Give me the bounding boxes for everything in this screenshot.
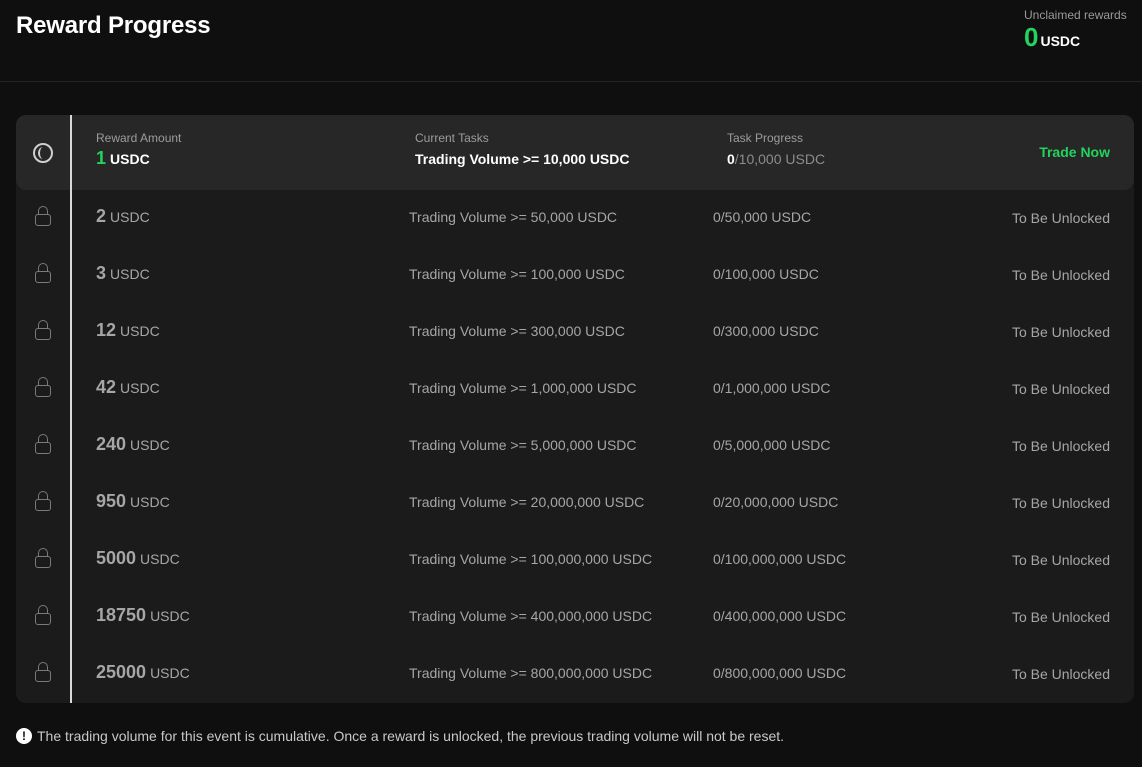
reward-amount-number: 42 xyxy=(96,377,117,397)
reward-amount-unit: USDC xyxy=(130,437,170,453)
lock-icon xyxy=(35,605,51,625)
task-requirement: Trading Volume >= 100,000 USDC xyxy=(409,266,625,282)
task-progress: 0/20,000,000 USDC xyxy=(713,494,839,510)
reward-amount-unit: USDC xyxy=(120,323,160,339)
task-requirement: Trading Volume >= 5,000,000 USDC xyxy=(409,437,637,453)
task-progress: 0/400,000,000 USDC xyxy=(713,608,847,624)
locked-reward-row: 5000 USDC Trading Volume >= 100,000,000 US… xyxy=(16,532,1134,589)
status-badge: To Be Unlocked xyxy=(1011,210,1110,226)
status-badge: To Be Unlocked xyxy=(1011,495,1110,511)
reward-amount-number: 5000 xyxy=(96,548,137,568)
task-progress: 0/100,000 USDC xyxy=(713,266,819,282)
task-requirement: Trading Volume >= 400,000,000 USDC xyxy=(409,608,653,624)
reward-amount-number: 2 xyxy=(96,206,107,226)
unclaimed-rewards-label: Unclaimed rewards xyxy=(1024,8,1127,22)
active-reward-row: Reward Amount 1 USDC Current Tasks Tradin… xyxy=(16,115,1134,190)
lock-icon xyxy=(35,377,51,397)
reward-amount: 3 USDC xyxy=(96,263,150,284)
status-badge: To Be Unlocked xyxy=(1011,609,1110,625)
task-requirement: Trading Volume >= 300,000 USDC xyxy=(409,323,625,339)
reward-amount: 25000 USDC xyxy=(96,662,190,683)
footnote: ! The trading volume for this event is c… xyxy=(16,728,784,744)
lock-icon xyxy=(35,662,51,682)
reward-amount-unit: USDC xyxy=(110,266,150,282)
locked-reward-row: 12 USDC Trading Volume >= 300,000 USDC 0/30… xyxy=(16,304,1134,361)
task-requirement: Trading Volume >= 100,000,000 USDC xyxy=(409,551,653,567)
status-badge: To Be Unlocked xyxy=(1011,324,1110,340)
reward-amount: 2 USDC xyxy=(96,206,150,227)
footnote-text: The trading volume for this event is cum… xyxy=(37,728,785,744)
task-requirement: Trading Volume >= 800,000,000 USDC xyxy=(409,665,653,681)
task-progress-label: Task Progress xyxy=(727,131,804,145)
trade-now-button[interactable]: Trade Now xyxy=(1039,144,1110,160)
reward-amount: 950 USDC xyxy=(96,491,170,512)
info-icon: ! xyxy=(16,728,32,744)
task-progress-current: 0 xyxy=(727,151,735,167)
status-badge: To Be Unlocked xyxy=(1011,381,1110,397)
task-progress: 0/800,000,000 USDC xyxy=(713,665,847,681)
reward-amount-number: 1 xyxy=(96,148,107,168)
reward-amount-number: 240 xyxy=(96,434,127,454)
current-task-value: Trading Volume >= 10,000 USDC xyxy=(415,151,630,167)
task-requirement: Trading Volume >= 20,000,000 USDC xyxy=(409,494,645,510)
lock-icon xyxy=(35,320,51,340)
task-progress: 0/300,000 USDC xyxy=(713,323,819,339)
reward-amount-number: 25000 xyxy=(96,662,147,682)
lock-icon xyxy=(35,263,51,283)
lock-icon xyxy=(35,206,51,226)
locked-reward-row: 42 USDC Trading Volume >= 1,000,000 USDC 0/… xyxy=(16,361,1134,418)
status-badge: To Be Unlocked xyxy=(1011,666,1110,682)
reward-amount-unit: USDC xyxy=(120,380,160,396)
current-tasks-label: Current Tasks xyxy=(415,131,489,145)
reward-amount-value: 1 USDC xyxy=(96,148,150,169)
reward-amount-unit: USDC xyxy=(150,608,190,624)
reward-tiers-panel: Reward Amount 1 USDC Current Tasks Tradin… xyxy=(16,115,1134,703)
unclaimed-rewards: Unclaimed rewards 0 USDC xyxy=(1024,8,1134,51)
coin-icon xyxy=(33,143,53,163)
lock-icon xyxy=(35,491,51,511)
status-badge: To Be Unlocked xyxy=(1011,267,1110,283)
reward-amount-number: 18750 xyxy=(96,605,147,625)
task-requirement: Trading Volume >= 50,000 USDC xyxy=(409,209,618,225)
task-progress-value: 0/10,000 USDC xyxy=(727,151,825,167)
reward-amount: 240 USDC xyxy=(96,434,170,455)
status-badge: To Be Unlocked xyxy=(1011,552,1110,568)
reward-amount-unit: USDC xyxy=(110,151,150,167)
page-title: Reward Progress xyxy=(16,12,211,39)
unclaimed-rewards-amount: 0 USDC xyxy=(1024,23,1134,51)
reward-amount-unit: USDC xyxy=(110,209,150,225)
reward-amount: 42 USDC xyxy=(96,377,160,398)
unclaimed-rewards-value: 0 xyxy=(1024,22,1039,52)
reward-amount-label: Reward Amount xyxy=(96,131,182,145)
task-requirement: Trading Volume >= 1,000,000 USDC xyxy=(409,380,637,396)
task-progress: 0/5,000,000 USDC xyxy=(713,437,831,453)
reward-amount-unit: USDC xyxy=(140,551,180,567)
reward-amount: 5000 USDC xyxy=(96,548,180,569)
task-progress: 0/100,000,000 USDC xyxy=(713,551,847,567)
unclaimed-rewards-unit: USDC xyxy=(1040,33,1081,49)
reward-amount: 12 USDC xyxy=(96,320,160,341)
locked-reward-row: 3 USDC Trading Volume >= 100,000 USDC 0/100… xyxy=(16,247,1134,304)
status-badge: To Be Unlocked xyxy=(1011,438,1110,454)
lock-icon xyxy=(35,434,51,454)
locked-reward-row: 950 USDC Trading Volume >= 20,000,000 USDC… xyxy=(16,475,1134,532)
task-progress: 0/50,000 USDC xyxy=(713,209,812,225)
locked-reward-row: 240 USDC Trading Volume >= 5,000,000 USDC 0… xyxy=(16,418,1134,475)
reward-amount-number: 3 xyxy=(96,263,107,283)
locked-reward-row: 25000 USDC Trading Volume >= 800,000,000 U… xyxy=(16,646,1134,703)
task-progress-target: /10,000 USDC xyxy=(734,151,826,167)
reward-amount-number: 12 xyxy=(96,320,117,340)
reward-amount-unit: USDC xyxy=(130,494,170,510)
locked-reward-row: 18750 USDC Trading Volume >= 400,000,000 U… xyxy=(16,589,1134,646)
reward-amount-unit: USDC xyxy=(150,665,190,681)
lock-icon xyxy=(35,548,51,568)
locked-reward-row: 2 USDC Trading Volume >= 50,000 USDC 0/50,0… xyxy=(16,190,1134,247)
reward-amount: 18750 USDC xyxy=(96,605,190,626)
reward-amount-number: 950 xyxy=(96,491,127,511)
page-header: Reward Progress Unclaimed rewards 0 USDC xyxy=(0,0,1142,82)
timeline-line xyxy=(70,115,72,703)
task-progress: 0/1,000,000 USDC xyxy=(713,380,831,396)
